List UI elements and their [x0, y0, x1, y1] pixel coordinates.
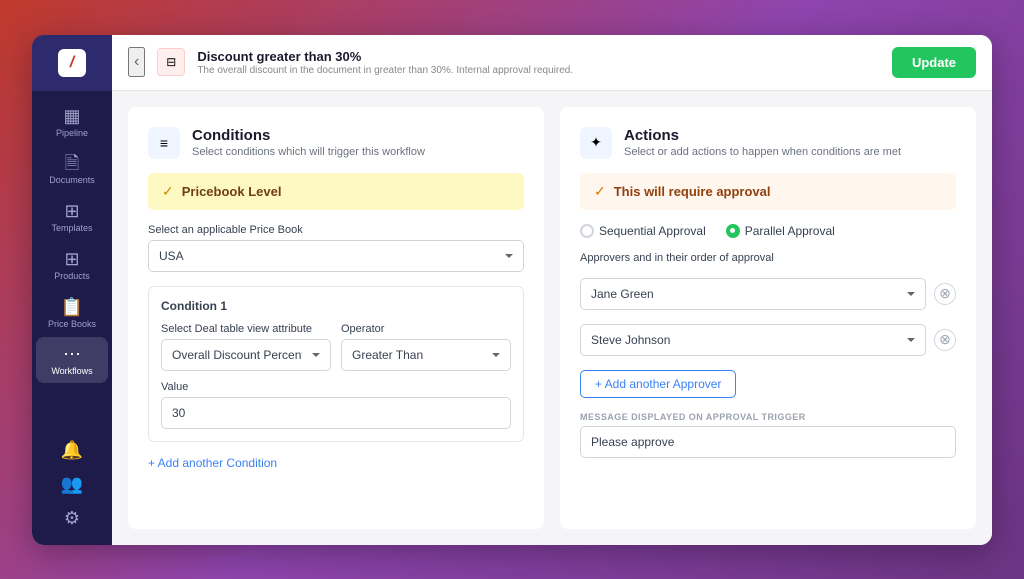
sequential-radio[interactable]: Sequential Approval — [580, 224, 706, 238]
settings-icon: ⚙ — [64, 509, 80, 527]
back-button[interactable]: ‹ — [128, 47, 145, 77]
workflows-icon: ⋯ — [63, 345, 81, 363]
sidebar-item-products[interactable]: ⊞ Products — [36, 242, 108, 288]
approver-1-row: Jane Green Steve Johnson ⊗ — [580, 278, 956, 310]
approval-check-icon: ✓ — [594, 183, 606, 200]
price-book-field: Select an applicable Price Book USA Cana… — [148, 224, 524, 272]
parallel-radio-circle — [726, 224, 740, 238]
sidebar-item-settings[interactable]: ⚙ — [36, 501, 108, 533]
actions-panel-text: Actions Select or add actions to happen … — [624, 127, 901, 158]
approvers-label: Approvers and in their order of approval — [580, 252, 956, 264]
pricebook-check-icon: ✓ — [162, 183, 174, 200]
workflow-header-icon: ⊟ — [166, 55, 176, 69]
condition-1-fields: Select Deal table view attribute Overall… — [161, 323, 511, 371]
price-book-select[interactable]: USA Canada UK — [148, 240, 524, 272]
conditions-panel-text: Conditions Select conditions which will … — [192, 127, 425, 158]
remove-approver-2-button[interactable]: ⊗ — [934, 329, 956, 351]
sidebar-bottom: 🔔 👥 ⚙ — [36, 433, 108, 545]
price-book-label: Select an applicable Price Book — [148, 224, 524, 236]
templates-icon: ⊞ — [64, 202, 79, 220]
deal-table-select[interactable]: Overall Discount Percentage Quantity — [161, 339, 331, 371]
sidebar-item-pipeline-label: Pipeline — [56, 128, 88, 139]
sidebar-item-users[interactable]: 👥 — [36, 467, 108, 499]
actions-subtitle: Select or add actions to happen when con… — [624, 146, 901, 158]
message-field: MESSAGE DISPLAYED ON APPROVAL TRIGGER — [580, 412, 956, 458]
deal-table-label: Select Deal table view attribute — [161, 323, 331, 335]
operator-field: Operator Greater Than Less Than — [341, 323, 511, 371]
header-bar: ‹ ⊟ Discount greater than 30% The overal… — [112, 35, 992, 91]
sidebar-item-templates[interactable]: ⊞ Templates — [36, 194, 108, 240]
sidebar-item-price-books[interactable]: 📋 Price Books — [36, 290, 108, 336]
approval-type-group: Sequential Approval Parallel Approval — [580, 224, 956, 238]
parallel-radio[interactable]: Parallel Approval — [726, 224, 835, 238]
documents-icon: 🗎 — [65, 154, 79, 172]
sidebar-item-templates-label: Templates — [51, 223, 92, 234]
value-field: Value — [161, 381, 511, 429]
products-icon: ⊞ — [64, 250, 79, 268]
sequential-radio-circle — [580, 224, 594, 238]
value-label: Value — [161, 381, 511, 393]
sidebar-item-notifications[interactable]: 🔔 — [36, 433, 108, 465]
conditions-title: Conditions — [192, 127, 425, 144]
sidebar: / ▦ Pipeline 🗎 Documents ⊞ Templates ⊞ P… — [32, 35, 112, 545]
notifications-icon: 🔔 — [61, 441, 83, 459]
operator-label: Operator — [341, 323, 511, 335]
conditions-panel: ≡ Conditions Select conditions which wil… — [128, 107, 544, 529]
pipeline-icon: ▦ — [63, 107, 80, 125]
conditions-icon: ≡ — [160, 135, 168, 151]
sidebar-item-pipeline[interactable]: ▦ Pipeline — [36, 99, 108, 145]
add-condition-button[interactable]: + Add another Condition — [148, 456, 524, 470]
sidebar-item-workflows-label: Workflows — [51, 366, 92, 377]
sequential-radio-label: Sequential Approval — [599, 224, 706, 238]
sidebar-nav: ▦ Pipeline 🗎 Documents ⊞ Templates ⊞ Pro… — [32, 91, 112, 433]
actions-title: Actions — [624, 127, 901, 144]
pricebook-level-label: Pricebook Level — [182, 184, 282, 199]
header-title: Discount greater than 30% — [197, 49, 880, 64]
conditions-subtitle: Select conditions which will trigger thi… — [192, 146, 425, 158]
update-button[interactable]: Update — [892, 47, 976, 78]
condition-1-title: Condition 1 — [161, 299, 511, 313]
actions-panel: ✦ Actions Select or add actions to happe… — [560, 107, 976, 529]
parallel-radio-label: Parallel Approval — [745, 224, 835, 238]
approvers-section: Approvers and in their order of approval — [580, 252, 956, 264]
approver-2-select[interactable]: Steve Johnson Jane Green — [580, 324, 926, 356]
sidebar-item-products-label: Products — [54, 271, 90, 282]
content-area: ≡ Conditions Select conditions which wil… — [112, 91, 992, 545]
message-label: MESSAGE DISPLAYED ON APPROVAL TRIGGER — [580, 412, 956, 422]
workflow-icon-box: ⊟ — [157, 48, 185, 76]
condition-1-box: Condition 1 Select Deal table view attri… — [148, 286, 524, 442]
operator-select[interactable]: Greater Than Less Than — [341, 339, 511, 371]
approval-required-label: This will require approval — [614, 184, 771, 199]
logo-mark: / — [58, 49, 86, 77]
approval-required-row[interactable]: ✓ This will require approval — [580, 173, 956, 210]
main-content: ‹ ⊟ Discount greater than 30% The overal… — [112, 35, 992, 545]
value-input[interactable] — [161, 397, 511, 429]
message-input[interactable] — [580, 426, 956, 458]
add-approver-button[interactable]: + Add another Approver — [580, 370, 736, 398]
pricebooks-icon: 📋 — [61, 298, 83, 316]
approver-1-select[interactable]: Jane Green Steve Johnson — [580, 278, 926, 310]
sidebar-item-price-books-label: Price Books — [48, 319, 96, 330]
remove-approver-1-button[interactable]: ⊗ — [934, 283, 956, 305]
header-subtitle: The overall discount in the document in … — [197, 65, 880, 76]
conditions-panel-header: ≡ Conditions Select conditions which wil… — [148, 127, 524, 159]
actions-panel-icon: ✦ — [580, 127, 612, 159]
sidebar-item-documents-label: Documents — [49, 175, 95, 186]
actions-panel-header: ✦ Actions Select or add actions to happe… — [580, 127, 956, 159]
users-icon: 👥 — [61, 475, 83, 493]
approver-2-row: Steve Johnson Jane Green ⊗ — [580, 324, 956, 356]
actions-icon: ✦ — [590, 134, 602, 151]
sidebar-item-workflows[interactable]: ⋯ Workflows — [36, 337, 108, 383]
conditions-panel-icon: ≡ — [148, 127, 180, 159]
header-info: Discount greater than 30% The overall di… — [197, 49, 880, 76]
sidebar-item-documents[interactable]: 🗎 Documents — [36, 146, 108, 192]
pricebook-level-row[interactable]: ✓ Pricebook Level — [148, 173, 524, 210]
deal-table-field: Select Deal table view attribute Overall… — [161, 323, 331, 371]
sidebar-logo: / — [32, 35, 112, 91]
